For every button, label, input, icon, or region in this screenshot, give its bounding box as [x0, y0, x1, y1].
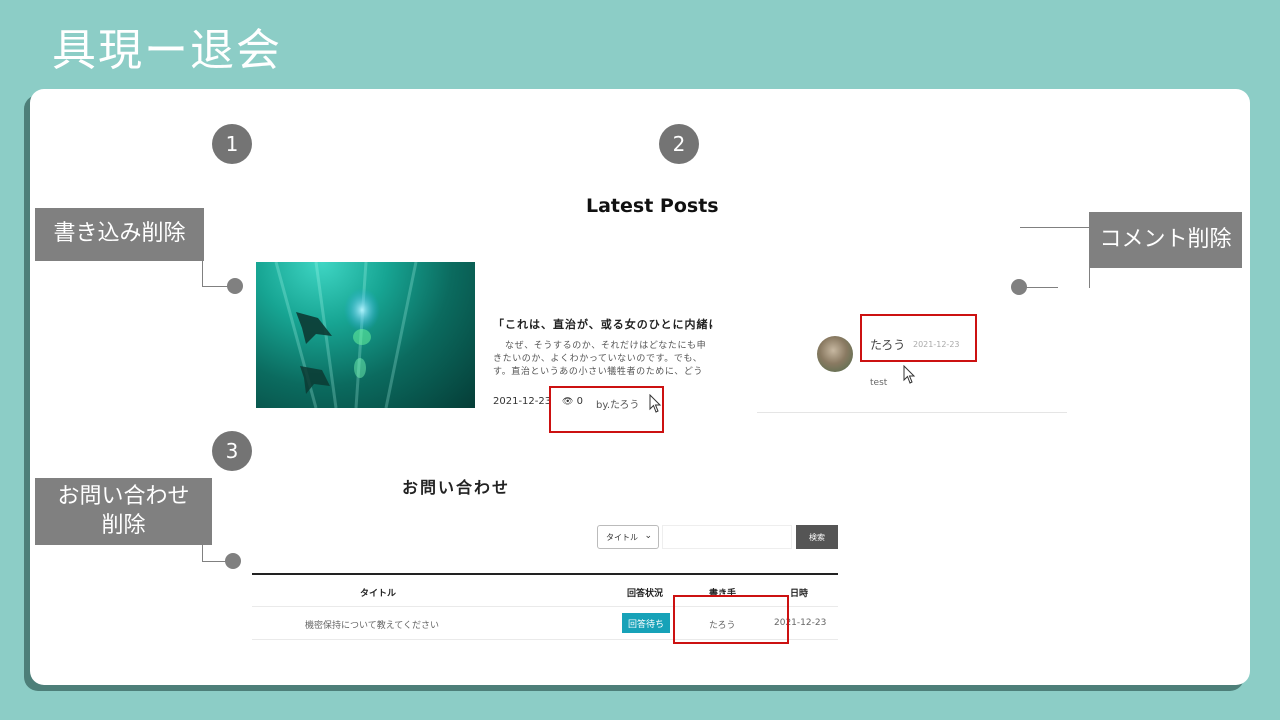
row-title[interactable]: 機密保持について教えてください	[305, 618, 439, 631]
post-excerpt-line: す。直治というあの小さい犠牲者のために、どう	[493, 367, 704, 377]
search-input[interactable]	[662, 525, 792, 549]
callout-inquiry-line2: 削除	[101, 512, 146, 538]
callout-dot-post	[227, 278, 243, 294]
step-marker-2: 2	[659, 124, 699, 164]
search-field-select-value: タイトル	[606, 532, 638, 542]
highlight-inquiry-delete	[673, 595, 789, 644]
cursor-pointer-icon	[649, 394, 662, 413]
inquiry-title: お問い合わせ	[402, 478, 511, 497]
search-field-select[interactable]: タイトル ⌄	[597, 525, 659, 549]
callout-leader-comment-top	[1020, 227, 1090, 288]
search-button[interactable]: 検索	[796, 525, 838, 549]
step-marker-3: 3	[212, 431, 252, 471]
column-header-status: 回答状況	[627, 589, 664, 599]
callout-inquiry-delete: お問い合わせ 削除	[35, 478, 212, 545]
column-header-date: 日時	[790, 589, 809, 599]
underwater-image	[274, 262, 418, 408]
callout-dot-inquiry	[225, 553, 241, 569]
step-marker-1: 1	[212, 124, 252, 164]
callout-post-delete: 書き込み削除	[35, 208, 204, 261]
highlight-comment-delete	[860, 314, 977, 362]
callout-inquiry-line1: お問い合わせ	[57, 483, 190, 509]
post-excerpt-line: なぜ、そうするのか、それだけはどなたにも申	[505, 341, 707, 351]
table-top-rule	[252, 573, 838, 575]
avatar	[817, 336, 853, 372]
cursor-pointer-icon	[903, 365, 916, 384]
highlight-post-delete	[549, 386, 664, 433]
post-excerpt-line: きたいのか、よくわかっていないのです。でも、	[493, 354, 703, 364]
latest-posts-title: Latest Posts	[586, 195, 719, 217]
column-header-title: タイトル	[360, 589, 397, 599]
status-badge: 回答待ち	[622, 613, 670, 633]
post-heading[interactable]: 「これは、直治が、或る女のひとに内緒に	[493, 316, 713, 332]
comment-text: test	[870, 378, 888, 388]
slide-title: 具現ー退会	[52, 25, 282, 76]
chevron-down-icon: ⌄	[644, 531, 652, 541]
post-excerpt: なぜ、そうするのか、それだけはどなたにも申 きたいのか、よくわかっていないのです…	[493, 340, 715, 379]
post-thumbnail[interactable]	[256, 262, 475, 408]
post-date: 2021-12-23	[493, 396, 552, 407]
callout-comment-delete: コメント削除	[1089, 212, 1242, 268]
comment-divider	[757, 412, 1067, 413]
callout-dot-comment	[1011, 279, 1027, 295]
